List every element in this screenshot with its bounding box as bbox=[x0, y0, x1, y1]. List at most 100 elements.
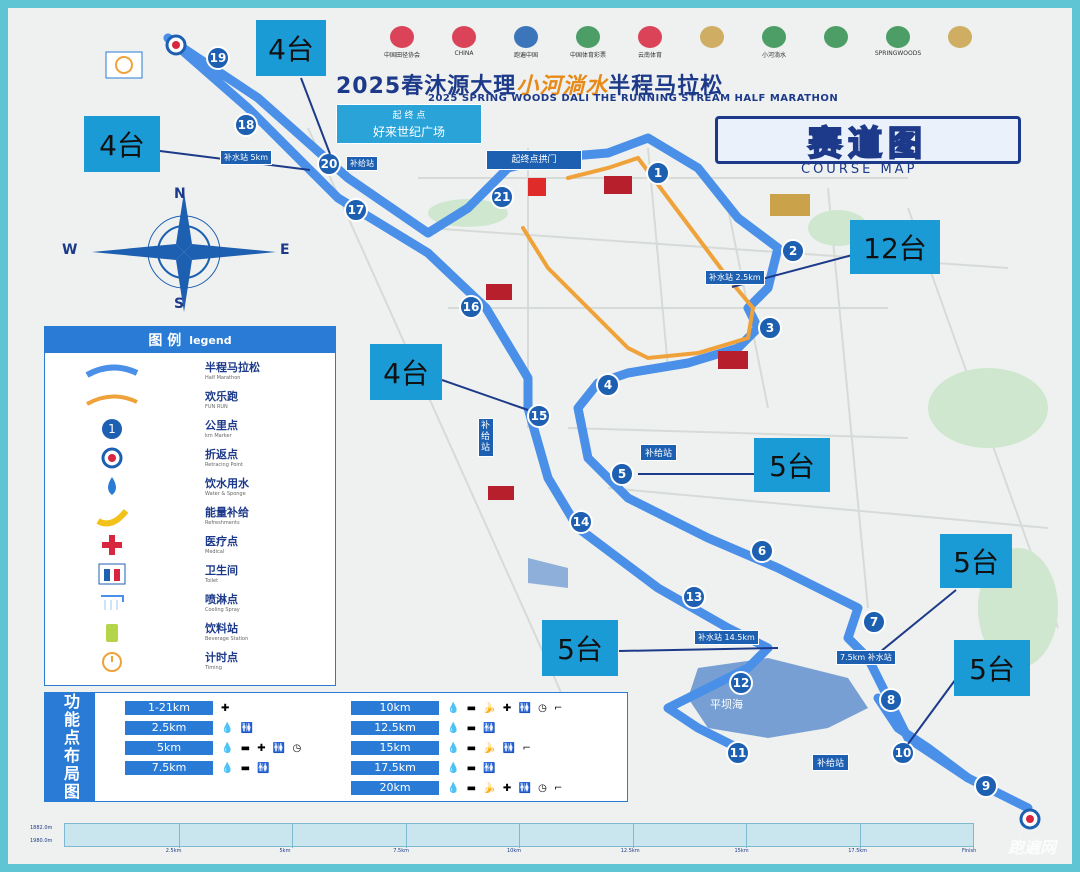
km-marker-13: 13 bbox=[682, 585, 706, 609]
function-row-distance: 17.5km bbox=[351, 761, 439, 775]
legend-item: 饮水用水 Water & Sponge bbox=[45, 473, 335, 501]
sponsor-logo bbox=[810, 26, 862, 59]
compass-s: S bbox=[174, 296, 185, 312]
compass-icon bbox=[92, 192, 276, 312]
legend-symbol-icon bbox=[85, 475, 139, 499]
function-row-icons: 💧 ▬ 🚻 bbox=[447, 762, 498, 774]
course-map-title-box: 赛道图 bbox=[715, 116, 1021, 165]
legend-symbol-icon bbox=[85, 388, 139, 412]
sponsor-logo-icon bbox=[576, 26, 600, 48]
svg-text:19: 19 bbox=[210, 51, 227, 65]
legend-symbol-icon bbox=[85, 533, 139, 557]
aid-station-20: 补给站 bbox=[346, 156, 378, 171]
count-box-5: 5台 bbox=[754, 438, 830, 492]
km-marker-20: 20 bbox=[317, 152, 341, 176]
km-marker-19: 19 bbox=[206, 46, 230, 70]
elevation-tick bbox=[405, 824, 407, 848]
svg-text:8: 8 bbox=[887, 693, 895, 707]
legend-text: 计时点 Timing bbox=[205, 649, 238, 671]
start-arch-banner: 起终点拱门 bbox=[486, 150, 582, 170]
count-box-4: 4台 bbox=[370, 344, 442, 400]
legend-text: 折返点 Retracing Point bbox=[205, 446, 243, 468]
legend-text: 欢乐跑 FUN RUN bbox=[205, 388, 238, 410]
legend-item: 喷淋点 Cooling Spray bbox=[45, 589, 335, 617]
legend-symbol-icon bbox=[85, 359, 139, 383]
legend-symbol-icon bbox=[85, 562, 139, 586]
function-row: 17.5km 💧 ▬ 🚻 bbox=[351, 761, 498, 775]
legend-item-label: 公里点 bbox=[205, 419, 238, 432]
sponsor-logo-icon bbox=[948, 26, 972, 48]
function-row-distance: 7.5km bbox=[125, 761, 213, 775]
km-marker-8: 8 bbox=[879, 688, 903, 712]
km-marker-6: 6 bbox=[750, 539, 774, 563]
elevation-tick bbox=[178, 824, 180, 848]
aid-station-15: 补给站 bbox=[478, 418, 494, 457]
legend-item-label: 折返点 bbox=[205, 448, 238, 461]
course-map-subtitle: COURSE MAP bbox=[801, 162, 918, 177]
legend-item: 折返点 Retracing Point bbox=[45, 444, 335, 472]
sponsor-logo-icon bbox=[638, 26, 662, 48]
legend-item-label: 半程马拉松 bbox=[205, 361, 260, 374]
count-box-1: 4台 bbox=[256, 20, 326, 76]
elevation-x-label: 10km bbox=[507, 848, 522, 854]
function-row-icons: ✚ bbox=[221, 702, 232, 714]
function-row-distance: 15km bbox=[351, 741, 439, 755]
legend-text: 公里点 km Marker bbox=[205, 417, 238, 439]
legend-item-label-en: km Marker bbox=[205, 433, 232, 439]
start-arch bbox=[528, 178, 546, 196]
km-marker-16: 16 bbox=[459, 295, 483, 319]
function-row-icons: 💧 🚻 bbox=[221, 722, 256, 734]
retracing-point-north bbox=[165, 34, 187, 56]
svg-text:12: 12 bbox=[733, 676, 750, 690]
function-row-distance: 20km bbox=[351, 781, 439, 795]
sponsor-name: 中国田径协会 bbox=[383, 52, 420, 59]
elevation-x-label: 17.5km bbox=[848, 848, 868, 854]
svg-text:20: 20 bbox=[321, 157, 338, 171]
sponsor-logo: 中国体育彩票 bbox=[562, 26, 614, 59]
legend-item-label-en: Refreshments bbox=[205, 520, 240, 526]
sponsor-name: 云南体育 bbox=[637, 52, 662, 59]
sponsor-logo bbox=[686, 26, 738, 59]
watermark: 跑遍网 bbox=[1007, 838, 1056, 857]
km-marker-21: 21 bbox=[490, 185, 514, 209]
svg-text:3: 3 bbox=[766, 321, 774, 335]
sponsor-name: 跑遍中国 bbox=[513, 52, 538, 59]
aid-station-5: 补给站 bbox=[640, 444, 678, 461]
legend-item-label-en: Medical bbox=[205, 549, 225, 555]
legend-item: 计时点 Timing bbox=[45, 647, 335, 675]
sponsor-name: SPRINGWOODS bbox=[874, 50, 922, 57]
svg-text:4: 4 bbox=[604, 378, 612, 392]
sponsor-name: CHINA bbox=[454, 50, 474, 57]
sponsor-logo: 小河淌水 bbox=[748, 26, 800, 59]
elevation-y-bottom: 1980.0m bbox=[30, 838, 53, 844]
function-row-icons: 💧 ▬ 🍌 ✚ 🚻 ◷ ⌐ bbox=[447, 782, 565, 794]
function-row-distance: 10km bbox=[351, 701, 439, 715]
legend-item: 饮料站 Beverage Station bbox=[45, 618, 335, 646]
sponsor-logo-icon bbox=[762, 26, 786, 48]
km-marker-7: 7 bbox=[862, 610, 886, 634]
legend-symbol-icon bbox=[85, 620, 139, 644]
legend-item: 半程马拉松 Half Marathon bbox=[45, 357, 335, 385]
count-box-7: 5台 bbox=[542, 620, 618, 676]
lake-label: 平坝海 bbox=[710, 698, 743, 711]
sponsor-logo-icon bbox=[886, 26, 910, 48]
function-row: 7.5km 💧 ▬ 🚻 bbox=[125, 761, 272, 775]
start-finish-main: 好来世纪广场 bbox=[372, 125, 445, 139]
sponsor-logo: 云南体育 bbox=[624, 26, 676, 59]
sponsor-logo-icon bbox=[390, 26, 414, 48]
water-station-20: 补水站 5km bbox=[220, 150, 273, 165]
km-marker-18: 18 bbox=[234, 113, 258, 137]
legend-item: 能量补给 Refreshments bbox=[45, 502, 335, 530]
legend-text: 医疗点 Medical bbox=[205, 533, 238, 555]
legend-item-label: 卫生间 bbox=[205, 564, 238, 577]
function-row: 20km 💧 ▬ 🍌 ✚ 🚻 ◷ ⌐ bbox=[351, 781, 564, 795]
km-marker-3: 3 bbox=[758, 316, 782, 340]
km-marker-15: 15 bbox=[527, 404, 551, 428]
legend-symbol-icon bbox=[85, 504, 139, 528]
sponsor-logo-icon bbox=[452, 26, 476, 48]
legend-item-label-en: Beverage Station bbox=[205, 636, 249, 642]
elevation-tick bbox=[519, 824, 520, 848]
legend-text: 卫生间 Toilet bbox=[205, 562, 238, 584]
legend-item: 医疗点 Medical bbox=[45, 531, 335, 559]
legend-text: 喷淋点 Cooling Spray bbox=[205, 591, 240, 613]
